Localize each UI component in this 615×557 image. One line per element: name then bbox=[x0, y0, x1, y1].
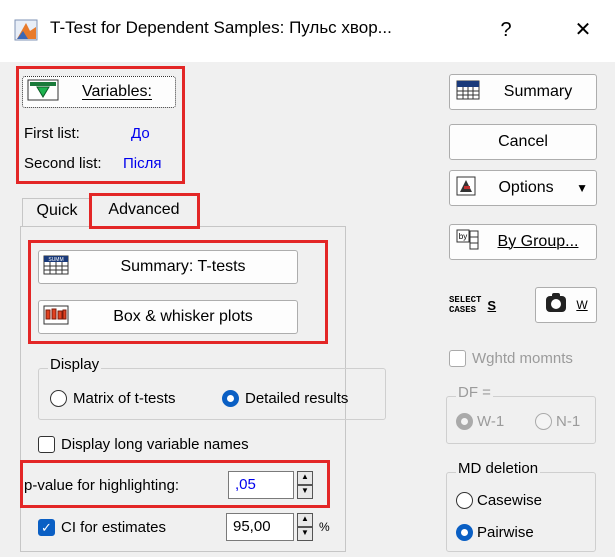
by-group-icon: by bbox=[456, 229, 480, 256]
ci-check-icon[interactable]: ✓ bbox=[38, 519, 55, 536]
pvalue-highlight bbox=[20, 460, 330, 508]
close-button[interactable]: ✕ bbox=[561, 12, 605, 48]
df-n1-label: N-1 bbox=[556, 413, 581, 430]
options-button[interactable]: Options ▼ bbox=[449, 170, 597, 206]
ci-stepper[interactable]: ▲ ▼ bbox=[297, 513, 313, 541]
df-n1-radio[interactable]: N-1 bbox=[535, 413, 580, 430]
md-deletion-label: MD deletion bbox=[456, 460, 541, 477]
summary-label: Summary bbox=[503, 83, 573, 100]
wghtd-moments-checkbox[interactable]: Wghtd momnts bbox=[449, 350, 573, 367]
detailed-results-radio[interactable]: Detailed results bbox=[222, 390, 348, 407]
df-w1-radio[interactable]: W-1 bbox=[456, 413, 504, 430]
buttons-highlight bbox=[28, 240, 328, 344]
detailed-radio-circle[interactable] bbox=[222, 390, 239, 407]
options-dropdown-icon: ▼ bbox=[576, 181, 588, 195]
wghtd-box[interactable] bbox=[449, 350, 466, 367]
app-icon bbox=[14, 17, 40, 43]
matrix-radio-circle[interactable] bbox=[50, 390, 67, 407]
weight-icon bbox=[544, 292, 568, 319]
weight-label: W bbox=[576, 298, 588, 312]
tab-quick[interactable]: Quick bbox=[22, 198, 92, 226]
variables-highlight bbox=[16, 66, 185, 184]
window-title: T-Test for Dependent Samples: Пульс хвор… bbox=[50, 18, 392, 37]
matrix-ttests-radio[interactable]: Matrix of t-tests bbox=[50, 390, 176, 407]
select-cases-label: S bbox=[487, 297, 497, 313]
ci-up-icon[interactable]: ▲ bbox=[297, 513, 313, 527]
summary-button[interactable]: Summary bbox=[449, 74, 597, 110]
tab-quick-label: Quick bbox=[36, 202, 78, 219]
casewise-radio[interactable]: Casewise bbox=[456, 492, 542, 509]
cancel-label: Cancel bbox=[498, 133, 548, 150]
ci-label: CI for estimates bbox=[61, 519, 167, 536]
by-group-label: By Group... bbox=[497, 233, 579, 250]
df-n1-circle[interactable] bbox=[535, 413, 552, 430]
casewise-circle[interactable] bbox=[456, 492, 473, 509]
cancel-button[interactable]: Cancel bbox=[449, 124, 597, 160]
pairwise-circle[interactable] bbox=[456, 524, 473, 541]
display-group-label: Display bbox=[48, 356, 102, 373]
detailed-results-label: Detailed results bbox=[245, 390, 349, 407]
options-icon bbox=[456, 176, 476, 201]
svg-text:by: by bbox=[459, 232, 467, 241]
ci-input[interactable]: 95,00 bbox=[226, 513, 294, 541]
pairwise-radio[interactable]: Pairwise bbox=[456, 524, 534, 541]
ci-unit: % bbox=[319, 520, 330, 534]
casewise-label: Casewise bbox=[477, 492, 543, 509]
weight-button[interactable]: W bbox=[535, 287, 597, 323]
options-label: Options bbox=[498, 179, 554, 196]
pairwise-label: Pairwise bbox=[477, 524, 534, 541]
wghtd-label: Wghtd momnts bbox=[472, 350, 573, 367]
select-cases-button[interactable]: SELECT CASES S bbox=[449, 287, 525, 323]
ci-checkbox[interactable]: ✓ CI for estimates bbox=[38, 519, 166, 536]
ci-down-icon[interactable]: ▼ bbox=[297, 527, 313, 541]
df-w1-label: W-1 bbox=[477, 413, 505, 430]
df-w1-circle[interactable] bbox=[456, 413, 473, 430]
select-cases-icon: SELECT CASES bbox=[449, 295, 482, 315]
matrix-ttests-label: Matrix of t-tests bbox=[73, 390, 176, 407]
long-names-checkbox[interactable]: Display long variable names bbox=[38, 436, 249, 453]
long-names-label: Display long variable names bbox=[61, 436, 249, 453]
help-button[interactable]: ? bbox=[484, 12, 528, 48]
long-names-box[interactable] bbox=[38, 436, 55, 453]
by-group-button[interactable]: by By Group... bbox=[449, 224, 597, 260]
df-group-label: DF = bbox=[456, 384, 493, 401]
advanced-tab-highlight bbox=[89, 193, 200, 229]
summary-icon bbox=[456, 80, 480, 105]
